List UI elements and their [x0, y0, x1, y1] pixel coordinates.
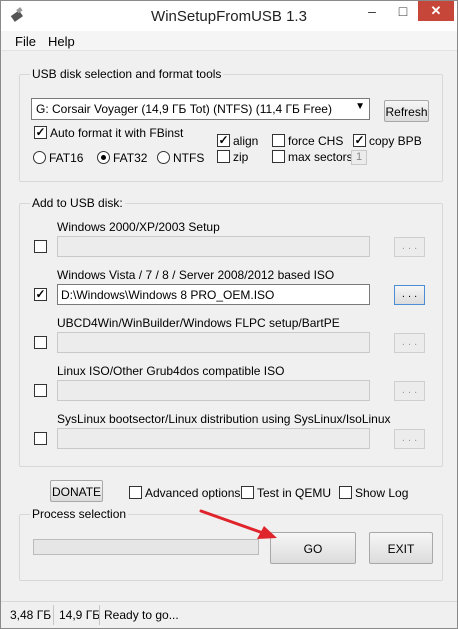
add-item-browse-button[interactable]: . . .	[394, 429, 425, 449]
add-item-label: Windows 2000/XP/2003 Setup	[57, 220, 220, 234]
status-free-size: 3,48 ГБ	[10, 608, 52, 622]
fat32-label: FAT32	[113, 151, 148, 165]
minimize-button[interactable]: –	[357, 1, 387, 23]
show-log-label: Show Log	[355, 486, 409, 500]
process-group-title: Process selection	[30, 507, 129, 521]
add-item-checkbox[interactable]	[34, 336, 47, 349]
red-arrow-annotation	[199, 509, 277, 539]
maximize-button[interactable]: □	[388, 1, 418, 23]
usb-group-title: USB disk selection and format tools	[30, 67, 224, 81]
menu-help[interactable]: Help	[48, 34, 75, 49]
status-divider	[53, 605, 54, 625]
fat32-radio[interactable]	[97, 151, 110, 164]
add-item-label: SysLinux bootsector/Linux distribution u…	[57, 412, 391, 426]
ntfs-radio[interactable]	[157, 151, 170, 164]
auto-format-checkbox[interactable]: ✓	[34, 126, 47, 139]
add-item-label: UBCD4Win/WinBuilder/Windows FLPC setup/B…	[57, 316, 340, 330]
force-chs-label: force CHS	[288, 134, 344, 148]
add-item-browse-button[interactable]: . . .	[394, 333, 425, 353]
add-item-path-input[interactable]	[57, 236, 370, 257]
add-item-path-input[interactable]: D:\Windows\Windows 8 PRO_OEM.ISO	[57, 284, 370, 305]
donate-button[interactable]: DONATE	[50, 480, 103, 502]
add-item-browse-button[interactable]: . . .	[394, 237, 425, 257]
advanced-options-label: Advanced options	[145, 486, 241, 500]
force-chs-checkbox[interactable]	[272, 134, 285, 147]
status-divider	[99, 605, 100, 625]
exit-button[interactable]: EXIT	[369, 532, 433, 564]
copy-bpb-checkbox[interactable]: ✓	[353, 134, 366, 147]
zip-label: zip	[233, 150, 249, 164]
advanced-options-checkbox[interactable]	[129, 486, 142, 499]
auto-format-label: Auto format it with FBinst	[50, 126, 184, 140]
menu-file[interactable]: File	[15, 34, 36, 49]
add-item-label: Windows Vista / 7 / 8 / Server 2008/2012…	[57, 268, 335, 282]
usb-disk-value: G: Corsair Voyager (14,9 ГБ Tot) (NTFS) …	[36, 102, 332, 116]
max-sectors-checkbox[interactable]	[272, 150, 285, 163]
copy-bpb-label: copy BPB	[369, 134, 422, 148]
chevron-down-icon: ▼	[355, 101, 365, 112]
add-item-checkbox[interactable]	[34, 384, 47, 397]
test-qemu-label: Test in QEMU	[257, 486, 332, 500]
align-label: align	[233, 134, 259, 148]
zip-checkbox[interactable]	[217, 150, 230, 163]
add-item-path-input[interactable]	[57, 428, 370, 449]
max-sectors-input[interactable]: 1	[351, 150, 367, 165]
test-qemu-checkbox[interactable]	[241, 486, 254, 499]
add-item-browse-button[interactable]: . . .	[394, 285, 425, 305]
add-item-path-input[interactable]	[57, 332, 370, 353]
add-group-title: Add to USB disk:	[30, 196, 125, 210]
align-checkbox[interactable]: ✓	[217, 134, 230, 147]
menu-bar: File Help	[1, 31, 457, 51]
close-button[interactable]: ✕	[418, 1, 454, 21]
add-item-path-input[interactable]	[57, 380, 370, 401]
refresh-button[interactable]: Refresh	[384, 100, 429, 122]
max-sectors-label: max sectors	[288, 150, 353, 164]
status-total-size: 14,9 ГБ	[59, 608, 101, 622]
add-item-browse-button[interactable]: . . .	[394, 381, 425, 401]
add-item-checkbox[interactable]	[34, 240, 47, 253]
ntfs-label: NTFS	[173, 151, 205, 165]
add-item-label: Linux ISO/Other Grub4dos compatible ISO	[57, 364, 285, 378]
usb-disk-select[interactable]: G: Corsair Voyager (14,9 ГБ Tot) (NTFS) …	[31, 98, 370, 120]
app-window: WinSetupFromUSB 1.3 – □ ✕ File Help USB …	[0, 0, 458, 629]
fat16-label: FAT16	[49, 151, 84, 165]
add-item-checkbox[interactable]	[34, 432, 47, 445]
status-bar: 3,48 ГБ 14,9 ГБ Ready to go...	[1, 601, 457, 628]
add-item-checkbox[interactable]: ✓	[34, 288, 47, 301]
title-bar: WinSetupFromUSB 1.3 – □ ✕	[1, 1, 457, 31]
fat16-radio[interactable]	[33, 151, 46, 164]
show-log-checkbox[interactable]	[339, 486, 352, 499]
status-message: Ready to go...	[104, 608, 179, 622]
